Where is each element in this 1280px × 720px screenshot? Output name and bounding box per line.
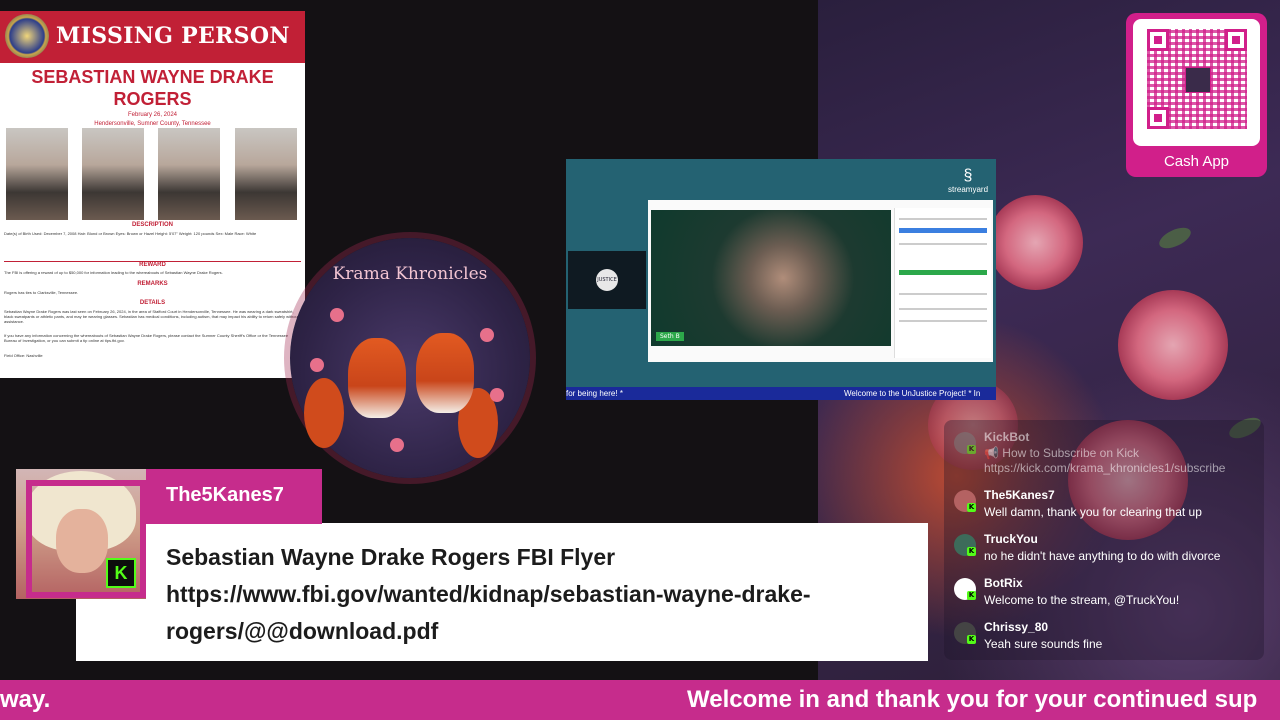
flyer-field-office: Field Office: Nashville — [4, 353, 43, 358]
qr-logo — [1185, 67, 1211, 93]
chat-username: BotRix — [984, 576, 1023, 590]
featured-line-1: Sebastian Wayne Drake Rogers FBI Flyer — [166, 544, 616, 570]
avatar-face — [56, 509, 108, 573]
ticker-text-left: way. — [0, 686, 51, 713]
stream-ticker-right: Welcome to the UnJustice Project! * In — [844, 389, 981, 398]
flyer-section-remarks: REMARKS — [137, 281, 168, 287]
chat-message: K The5Kanes7 Well damn, thank you for cl… — [954, 488, 1254, 524]
leaf-decoration — [1156, 223, 1194, 253]
chat-username: KickBot — [984, 430, 1030, 444]
fox-icon — [416, 333, 474, 413]
chat-message: K TruckYou no he didn't have anything to… — [954, 532, 1254, 568]
panel-line — [899, 218, 987, 220]
flyer-description-text: Date(s) of Birth Used: December 7, 2008 … — [4, 231, 257, 236]
flyer-person-name: SEBASTIAN WAYNE DRAKE ROGERS — [31, 67, 274, 109]
panel-line — [899, 243, 987, 245]
chat-text: 📢 How to Subscribe on Kick — [984, 446, 1140, 460]
flyer-remarks-text: Rogers has ties to Clarksville, Tennesse… — [4, 290, 79, 295]
fox-icon — [348, 338, 406, 418]
flyer-contact-text: If you have any information concerning t… — [4, 333, 289, 343]
chat-username: TruckYou — [984, 532, 1038, 546]
streamyard-logo: § streamyard — [948, 167, 988, 194]
flower-decoration — [480, 328, 494, 342]
kick-badge-icon: K — [967, 591, 976, 600]
chat-message: K Chrissy_80 Yeah sure sounds fine — [954, 620, 1254, 656]
flyer-title: MISSING PERSON — [56, 23, 290, 49]
featured-message-text: Sebastian Wayne Drake Rogers FBI Flyer h… — [166, 539, 866, 650]
flyer-date: February 26, 2024 — [127, 112, 178, 118]
featured-message-box: Sebastian Wayne Drake Rogers FBI Flyer h… — [76, 523, 928, 661]
kick-badge-icon: K — [967, 547, 976, 556]
streamyard-label: streamyard — [948, 185, 989, 194]
chat-link[interactable]: https://kick.com/krama_khronicles1/subsc… — [984, 461, 1225, 475]
featured-line-3[interactable]: rogers/@@download.pdf — [166, 613, 866, 650]
cashapp-label: Cash App — [1163, 153, 1230, 170]
browser-window: Seth B — [648, 200, 993, 362]
panel-line — [899, 320, 987, 322]
chat-message: K BotRix Welcome to the stream, @TruckYo… — [954, 576, 1254, 612]
kick-badge-icon: K — [967, 635, 976, 644]
guest-logo: JUSTICE — [596, 269, 618, 291]
panel-line — [899, 308, 987, 310]
cashapp-card[interactable]: Cash App — [1126, 13, 1267, 177]
flyer-details-text: Sebastian Wayne Drake Rogers was last se… — [4, 309, 299, 324]
logo-title: Krama Khronicles — [332, 264, 488, 284]
flyer-header: MISSING PERSON — [0, 11, 305, 63]
streamyard-icon: § — [963, 167, 973, 184]
stream-ticker: for being here! * Welcome to the UnJusti… — [566, 387, 996, 400]
chat-text: no he didn't have anything to do with di… — [984, 549, 1221, 563]
fox-tail — [304, 378, 344, 448]
panel-button[interactable] — [899, 270, 987, 275]
rose-decoration — [1118, 290, 1228, 400]
fbi-flyer: MISSING PERSON SEBASTIAN WAYNE DRAKE ROG… — [0, 11, 305, 378]
flyer-section-details: DETAILS — [139, 300, 166, 306]
webcam-feed: Seth B — [651, 210, 891, 346]
flyer-reward-text: The FBI is offering a reward of up to $5… — [4, 270, 223, 275]
stream-window: § streamyard JUSTICE Seth B for being he… — [566, 159, 996, 400]
person-photo — [82, 128, 144, 220]
flyer-photos — [6, 128, 298, 221]
person-photo — [6, 128, 68, 220]
qr-code-frame — [1133, 19, 1260, 146]
person-photo — [158, 128, 220, 220]
flyer-section-reward: REWARD — [139, 262, 166, 268]
kick-logo-icon: K — [106, 558, 136, 588]
kick-badge-icon: K — [967, 503, 976, 512]
channel-logo: Krama Khronicles — [290, 238, 530, 478]
flower-decoration — [390, 438, 404, 452]
ticker-text-right: Welcome in and thank you for your contin… — [687, 686, 1258, 713]
bottom-ticker: way. Welcome in and thank you for your c… — [0, 680, 1280, 720]
rose-decoration — [988, 195, 1083, 290]
featured-username: The5Kanes7 — [166, 484, 284, 506]
flower-decoration — [310, 358, 324, 372]
flower-decoration — [330, 308, 344, 322]
chat-overlay: K KickBot 📢 How to Subscribe on Kick htt… — [944, 420, 1264, 660]
chat-username: The5Kanes7 — [984, 488, 1055, 502]
stream-ticker-left: for being here! * — [566, 389, 623, 398]
chat-username: Chrissy_80 — [984, 620, 1049, 634]
chat-text: Well damn, thank you for clearing that u… — [984, 505, 1202, 519]
cam-name-label: Seth B — [656, 332, 684, 341]
streamyard-side-panel — [894, 208, 991, 358]
fbi-seal-icon — [5, 14, 49, 58]
qr-corner — [1147, 107, 1169, 129]
featured-username-bar: The5Kanes7 — [146, 469, 322, 524]
featured-line-2[interactable]: https://www.fbi.gov/wanted/kidnap/sebast… — [166, 576, 866, 613]
flyer-section-description: DESCRIPTION — [131, 222, 173, 228]
kick-badge-icon: K — [967, 445, 976, 454]
chat-text: Yeah sure sounds fine — [984, 637, 1103, 651]
panel-button[interactable] — [899, 228, 987, 233]
qr-corner — [1147, 29, 1169, 51]
qr-code-icon — [1147, 29, 1247, 129]
person-photo — [235, 128, 297, 220]
flower-decoration — [490, 388, 504, 402]
qr-corner — [1225, 29, 1247, 51]
flyer-location: Hendersonville, Sumner County, Tennessee — [94, 121, 211, 127]
chat-text: Welcome to the stream, @TruckYou! — [984, 593, 1180, 607]
panel-line — [899, 293, 987, 295]
guest-tile: JUSTICE — [568, 251, 646, 309]
chat-message: K KickBot 📢 How to Subscribe on Kick htt… — [954, 430, 1254, 475]
